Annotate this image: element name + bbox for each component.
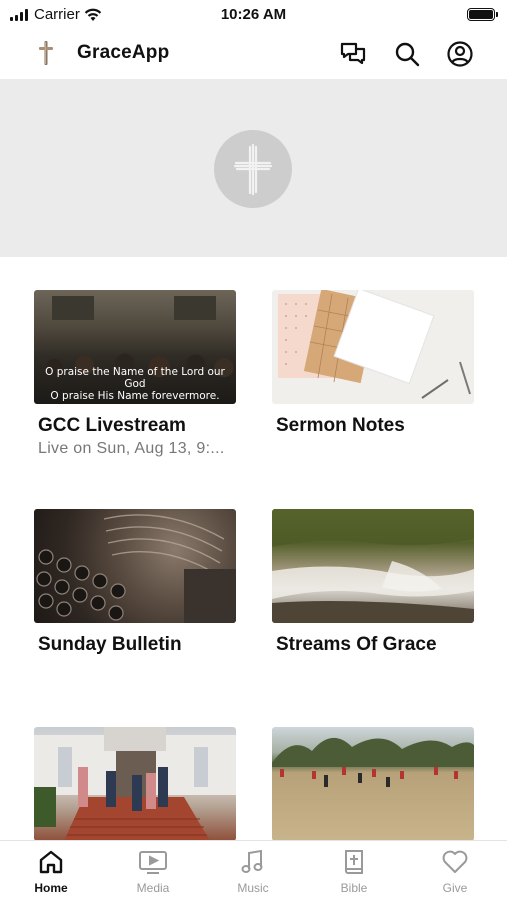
media-icon: [139, 851, 167, 874]
livestream-thumbnail: O praise the Name of the Lord our God O …: [34, 290, 236, 404]
cross-placeholder-icon: [214, 130, 292, 208]
card-gcc-livestream[interactable]: O praise the Name of the Lord our God O …: [34, 290, 236, 458]
card-sunday-bulletin[interactable]: Sunday Bulletin: [34, 509, 236, 656]
home-icon: [39, 850, 63, 874]
streams-of-grace-thumbnail: [272, 509, 474, 623]
heart-icon: [442, 850, 468, 873]
app-header: GraceApp: [0, 30, 507, 78]
account-icon[interactable]: [446, 40, 474, 68]
battery-icon: [467, 8, 498, 21]
music-icon: [241, 849, 263, 873]
tab-music[interactable]: Music: [223, 849, 283, 895]
app-title: GraceApp: [77, 42, 170, 63]
card-streams-of-grace[interactable]: Streams Of Grace: [272, 509, 474, 656]
card-subtitle: Live on Sun, Aug 13, 9:...: [38, 440, 225, 457]
tab-bar: Home Media Music Bible Give: [0, 840, 507, 900]
card-title: Streams Of Grace: [276, 634, 437, 655]
status-bar: Carrier 10:26 AM: [0, 0, 507, 30]
search-icon[interactable]: [393, 40, 421, 68]
bible-icon: [345, 850, 363, 874]
hero-banner[interactable]: [0, 79, 507, 257]
soccer-field-thumbnail: [272, 727, 474, 841]
status-time: 10:26 AM: [220, 6, 287, 23]
sunday-bulletin-thumbnail: [34, 509, 236, 623]
card-soccer-field[interactable]: [272, 727, 474, 841]
card-title: Sermon Notes: [276, 415, 405, 436]
sermon-notes-thumbnail: [272, 290, 474, 404]
tab-give[interactable]: Give: [425, 849, 485, 895]
card-church[interactable]: [34, 727, 236, 841]
tab-home[interactable]: Home: [21, 849, 81, 895]
card-title: Sunday Bulletin: [38, 634, 182, 655]
livestream-caption: O praise the Name of the Lord our God O …: [45, 366, 225, 402]
chat-icon[interactable]: [339, 40, 367, 68]
cross-logo-icon: [39, 41, 53, 65]
church-thumbnail: [34, 727, 236, 841]
tab-media[interactable]: Media: [123, 849, 183, 895]
card-sermon-notes[interactable]: Sermon Notes: [272, 290, 474, 437]
card-title: GCC Livestream: [38, 415, 186, 436]
tab-bible[interactable]: Bible: [324, 849, 384, 895]
